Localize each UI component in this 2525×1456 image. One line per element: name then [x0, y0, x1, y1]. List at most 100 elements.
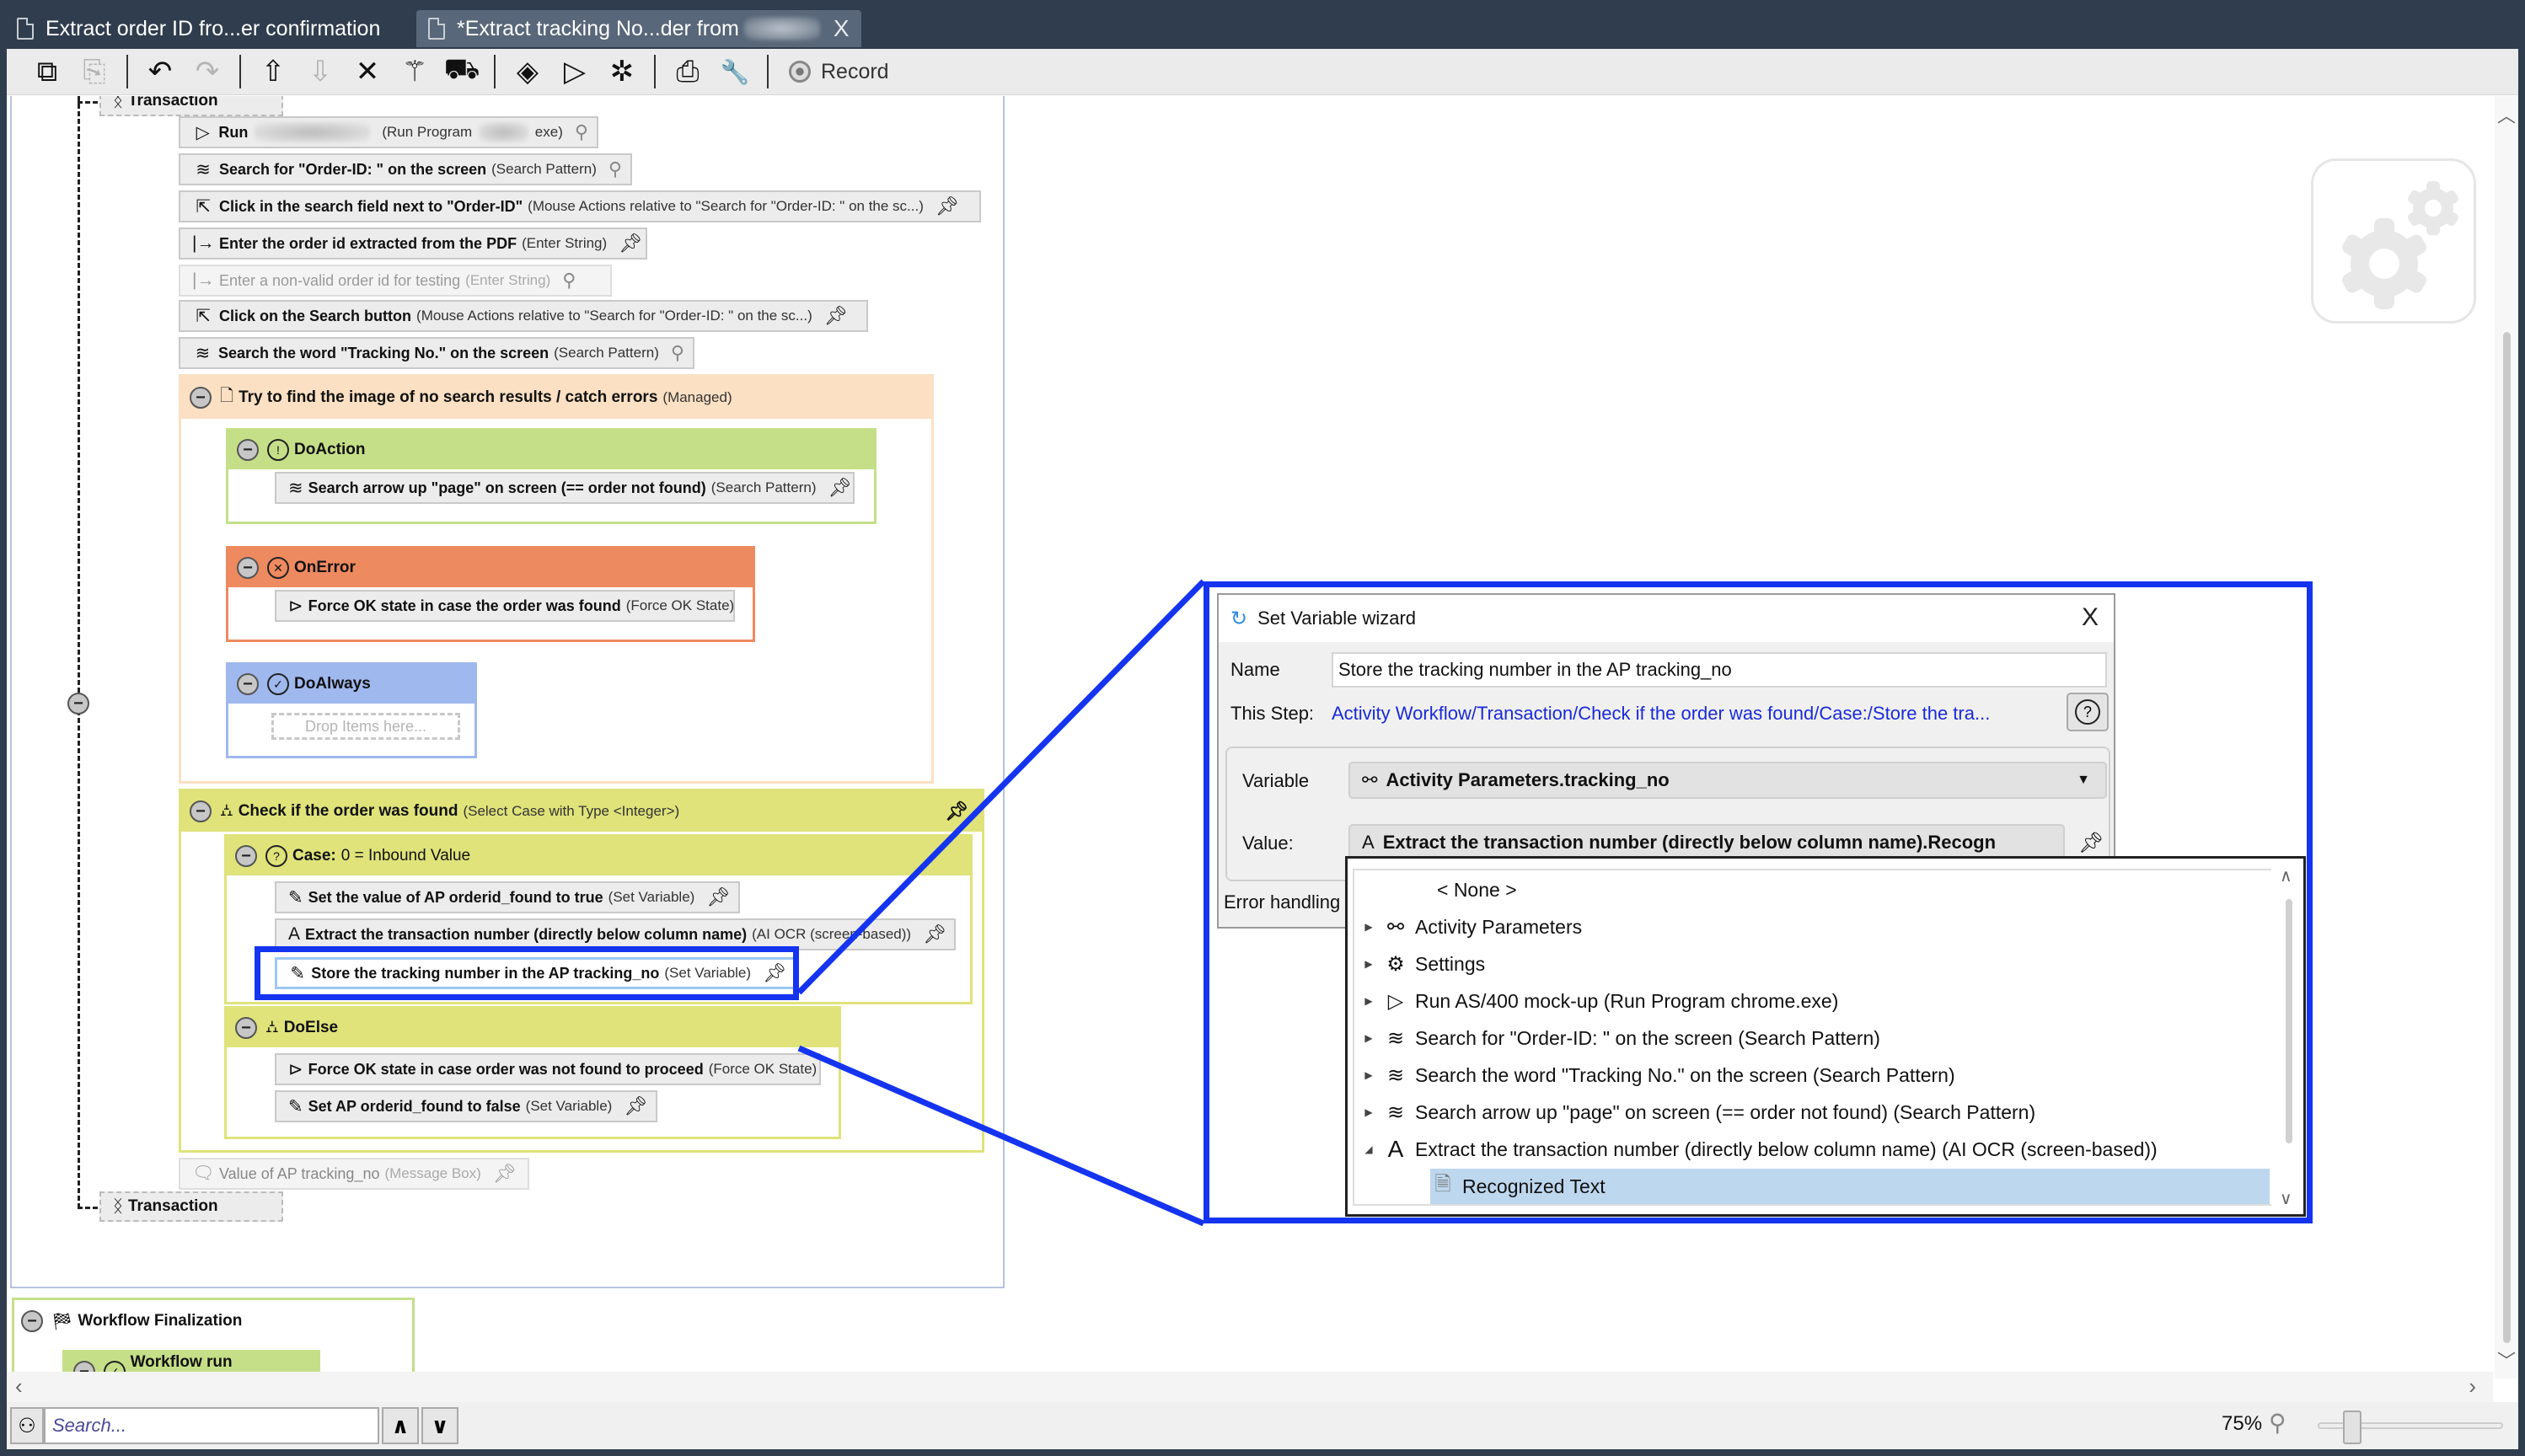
pin-icon[interactable]: 📌︎	[945, 800, 968, 822]
pin-outline-icon[interactable]: ⚲	[562, 270, 576, 292]
pin-icon[interactable]: 📌︎	[828, 477, 852, 499]
magic-wand-button[interactable]: ⚚	[391, 52, 438, 91]
tree-item-none[interactable]: < None >	[1354, 872, 2271, 907]
collapse-transaction-button[interactable]: −	[67, 693, 89, 715]
step-path-link[interactable]: Activity Workflow/Transaction/Check if t…	[1332, 703, 1990, 725]
vertical-scrollbar[interactable]: ︿ ﹀	[2495, 96, 2518, 1378]
scroll-right-icon[interactable]: ›	[2469, 1373, 2476, 1400]
copy-button[interactable]: ⧉	[24, 52, 71, 91]
search-input[interactable]	[44, 1407, 379, 1444]
tree-item-activity-parameters[interactable]: ▶ ⚯ Activity Parameters	[1354, 909, 2271, 945]
scroll-down-icon[interactable]: ﹀	[2495, 1346, 2518, 1373]
deliver-button[interactable]: ⛟	[438, 52, 485, 91]
pin-outline-icon[interactable]: ⚲	[575, 121, 588, 143]
collapse-button[interactable]: −	[237, 673, 259, 695]
tree-item-settings[interactable]: ▶ ⚙ Settings	[1354, 946, 2271, 982]
variable-select[interactable]: ⚯ Activity Parameters.tracking_no ▼	[1348, 762, 2107, 799]
pin-icon[interactable]: 📌︎	[935, 195, 959, 217]
collapse-button[interactable]: −	[237, 557, 259, 579]
step-search-order-id[interactable]: ≋ Search for "Order-ID: " on the screen …	[179, 153, 632, 185]
tree-item-run-program[interactable]: ▶ ▷ Run AS/400 mock-up (Run Program chro…	[1354, 983, 2271, 1019]
transaction-end-label[interactable]: ᛝ Transaction	[99, 1191, 283, 1222]
scrollbar-thumb[interactable]	[2503, 332, 2511, 1343]
tab-extract-tracking-no[interactable]: *Extract tracking No...der from X	[416, 10, 861, 47]
step-message-box[interactable]: 🗨︎ Value of AP tracking_no (Message Box)…	[179, 1158, 529, 1190]
help-button[interactable]: ?	[2067, 693, 2109, 731]
redo-button[interactable]: ↷	[184, 52, 231, 91]
move-down-button[interactable]: ⇩	[297, 52, 344, 91]
scroll-up-icon[interactable]: ︿	[2495, 101, 2518, 128]
step-run-program[interactable]: ▷ Run (Run Program exe) ⚲	[179, 116, 598, 148]
step-enter-order-id[interactable]: |→ Enter the order id extracted from the…	[179, 228, 647, 260]
scroll-up-icon[interactable]: ∧	[2280, 865, 2292, 886]
step-enter-invalid-order-id[interactable]: |→ Enter a non-valid order id for testin…	[179, 265, 612, 297]
paste-button[interactable]: ⎘	[71, 52, 118, 91]
close-tab-button[interactable]: X	[834, 15, 850, 42]
transaction-start-label[interactable]: ᛝ Transaction	[99, 96, 283, 116]
collapse-button[interactable]: −	[235, 1017, 257, 1039]
pin-icon[interactable]: 📌︎	[624, 1095, 647, 1117]
close-wizard-button[interactable]: X	[2082, 603, 2099, 632]
record-button[interactable]: Record	[789, 60, 889, 84]
pin-icon[interactable]: 📌︎	[2078, 831, 2104, 855]
collapse-button[interactable]: −	[190, 387, 212, 409]
collapse-button[interactable]: −	[190, 800, 212, 822]
step-click-search-field[interactable]: ⇱ Click in the search field next to "Ord…	[179, 190, 981, 222]
print-button[interactable]: ⎙	[664, 52, 711, 91]
pin-icon[interactable]: 📌︎	[706, 886, 730, 908]
collapse-button[interactable]: −	[237, 439, 259, 461]
move-up-button[interactable]: ⇧	[249, 52, 297, 91]
pin-icon[interactable]: 📌︎	[493, 1163, 517, 1185]
tree-item-recognized-text[interactable]: 🗎 Recognized Text	[1430, 1169, 2270, 1204]
zoom-slider-thumb[interactable]	[2342, 1410, 2361, 1444]
expand-arrow-icon[interactable]: ▶	[1354, 958, 1383, 970]
activity-settings-panel[interactable]	[2311, 158, 2476, 324]
step-set-orderid-found-false[interactable]: ✎ Set AP orderid_found to false (Set Var…	[275, 1090, 657, 1122]
tree-item-extract-transaction[interactable]: ◢ A Extract the transaction number (dire…	[1354, 1132, 2271, 1167]
tools-button[interactable]: 🔧	[711, 52, 759, 91]
name-field[interactable]: Store the tracking number in the AP trac…	[1332, 652, 2107, 688]
pin-outline-icon[interactable]: ⚲	[608, 158, 622, 180]
debug-button[interactable]: ✲	[598, 52, 646, 91]
tree-item-search-arrow-up[interactable]: ▶ ≋ Search arrow up "page" on screen (==…	[1354, 1095, 2271, 1130]
tree-item-search-order-id[interactable]: ▶ ≋ Search for "Order-ID: " on the scree…	[1354, 1020, 2271, 1056]
ocr-letter-a-icon: A	[288, 924, 301, 944]
binoculars-icon[interactable]: ⚇	[10, 1407, 44, 1444]
expand-arrow-icon[interactable]: ▶	[1354, 1069, 1383, 1081]
tab-extract-order-id[interactable]: Extract order ID fro...er confirmation	[5, 10, 392, 47]
wizard-titlebar: ↻ Set Variable wizard X	[1219, 595, 2114, 642]
expand-arrow-icon[interactable]: ▶	[1354, 921, 1383, 933]
step-force-ok-not-found[interactable]: ⊳ Force OK state in case order was not f…	[275, 1053, 821, 1085]
expand-arrow-icon[interactable]: ▶	[1354, 1106, 1383, 1118]
collapse-button[interactable]: −	[21, 1310, 43, 1332]
tree-item-search-tracking-no[interactable]: ▶ ≋ Search the word "Tracking No." on th…	[1354, 1057, 2271, 1093]
value-dropdown-tree[interactable]: < None > ▶ ⚯ Activity Parameters ▶ ⚙ Set…	[1345, 856, 2306, 1217]
dropdown-scrollbar[interactable]: ∧ ∨	[2278, 865, 2302, 1209]
pin-outline-icon[interactable]: ⚲	[671, 342, 684, 364]
delete-button[interactable]: ✕	[344, 52, 391, 91]
collapse-arrow-icon[interactable]: ◢	[1354, 1143, 1383, 1155]
pin-icon[interactable]: 📌︎	[619, 233, 642, 254]
step-search-tracking-no[interactable]: ≋ Search the word "Tracking No." on the …	[179, 337, 694, 369]
pin-icon[interactable]: 📌︎	[824, 305, 848, 327]
collapse-button[interactable]: −	[235, 845, 257, 867]
search-previous-button[interactable]: ∧	[382, 1407, 419, 1444]
expand-arrow-icon[interactable]: ▶	[1354, 1032, 1383, 1044]
expand-arrow-icon[interactable]: ▶	[1354, 995, 1383, 1007]
step-set-orderid-found-true[interactable]: ✎ Set the value of AP orderid_found to t…	[275, 881, 740, 913]
undo-button[interactable]: ↶	[137, 52, 184, 91]
scrollbar-thumb[interactable]	[2286, 899, 2292, 1143]
scroll-down-icon[interactable]: ∨	[2280, 1188, 2292, 1209]
scroll-left-icon[interactable]: ‹	[15, 1373, 23, 1400]
breakpoint-button[interactable]: ◈	[504, 52, 551, 91]
run-button[interactable]: ▷	[551, 52, 598, 91]
drop-zone[interactable]: Drop Items here...	[271, 713, 460, 740]
step-click-search-button[interactable]: ⇱ Click on the Search button (Mouse Acti…	[179, 300, 868, 332]
bottom-search-bar: ⚇ ∧ ∨ 75% ⚲	[7, 1402, 2518, 1449]
step-search-arrow-up[interactable]: ≋ Search arrow up "page" on screen (== o…	[275, 472, 855, 504]
step-force-ok-found[interactable]: ⊳ Force OK state in case the order was f…	[275, 590, 735, 622]
horizontal-scrollbar[interactable]: ‹ ›	[7, 1372, 2493, 1402]
search-next-button[interactable]: ∨	[421, 1407, 458, 1444]
do-always-block[interactable]: − ✓ DoAlways	[226, 662, 477, 758]
pin-icon[interactable]: 📌︎	[923, 923, 946, 945]
